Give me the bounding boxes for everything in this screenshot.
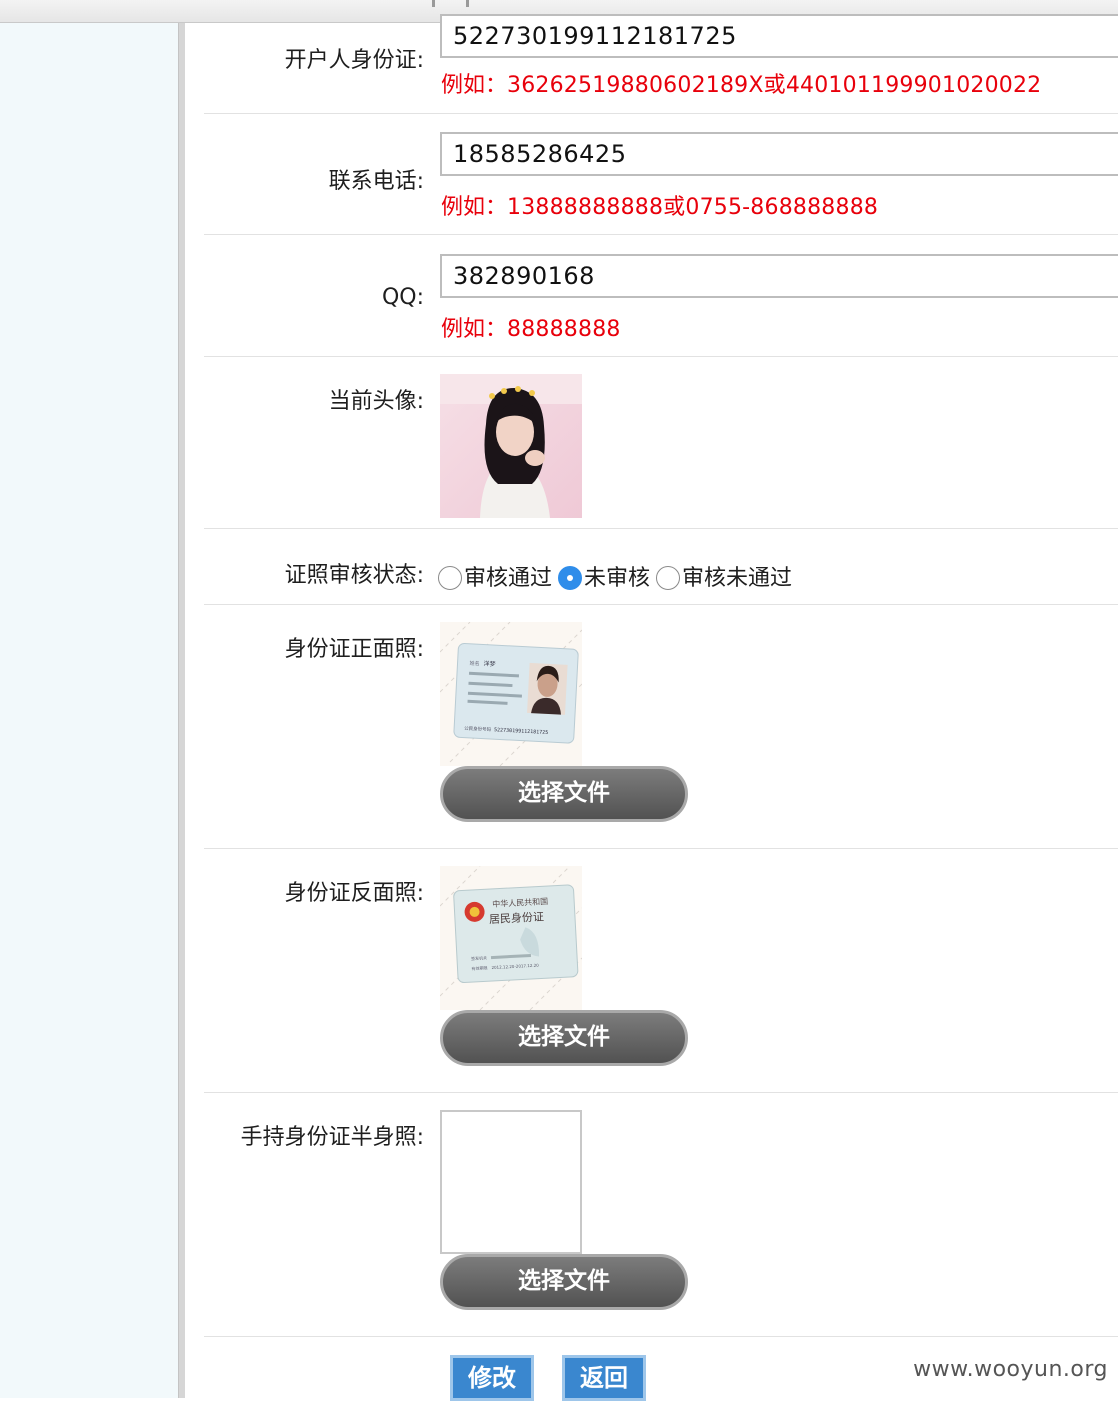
radio-approved[interactable] — [438, 566, 462, 590]
id-front-label: 身份证正面照: — [284, 637, 424, 662]
id-back-title-line2: 居民身份证 — [489, 909, 545, 926]
radio-pending-label: 未审核 — [584, 566, 651, 591]
row-divider — [204, 356, 1118, 357]
hint-prefix: 例如： — [441, 195, 508, 220]
back-button[interactable]: 返回 — [562, 1355, 646, 1401]
row-divider — [204, 1092, 1118, 1093]
row-divider — [204, 848, 1118, 849]
radio-pending[interactable] — [558, 566, 583, 590]
row-divider — [204, 604, 1118, 605]
hint-prefix: 例如： — [441, 317, 508, 342]
id-back-label: 身份证反面照: — [284, 881, 424, 906]
qq-hint: 例如：88888888 — [441, 311, 621, 343]
id-card-label: 开户人身份证: — [284, 48, 424, 73]
id-handheld-label: 手持身份证半身照: — [240, 1125, 424, 1150]
hint-example: 88888888 — [507, 317, 621, 342]
hint-prefix: 例如： — [441, 73, 508, 98]
phone-label: 联系电话: — [328, 169, 424, 194]
watermark: www.wooyun.org — [913, 1357, 1108, 1382]
id-back-choose-file-button[interactable]: 选择文件 — [440, 1010, 688, 1066]
avatar-label: 当前头像: — [328, 389, 424, 414]
left-sidebar — [0, 23, 178, 1398]
submit-button[interactable]: 修改 — [450, 1355, 534, 1401]
top-bar-mark — [466, 0, 469, 7]
phone-hint: 例如：13888888888或0755-868888888 — [441, 189, 878, 221]
qq-input[interactable]: 382890168 — [440, 254, 1118, 298]
top-bar-mark — [432, 0, 435, 7]
row-divider — [204, 1336, 1118, 1337]
sidebar-scrollbar[interactable] — [178, 23, 185, 1398]
id-back-validity-key: 有效期限 — [471, 964, 487, 971]
row-divider — [204, 528, 1118, 529]
hint-example: 36262519880602189X或440101199901020022 — [507, 73, 1042, 98]
row-divider — [204, 113, 1118, 114]
id-card-input[interactable]: 522730199112181725 — [440, 14, 1118, 58]
radio-approved-label: 审核通过 — [464, 566, 553, 591]
radio-rejected-label: 审核未通过 — [682, 566, 793, 591]
review-status-group: 审核通过 未审核 审核未通过 — [438, 560, 798, 592]
id-front-name-key: 姓名 — [469, 660, 479, 668]
id-handheld-image-placeholder — [440, 1110, 582, 1254]
radio-rejected[interactable] — [656, 566, 681, 590]
qq-label: QQ: — [381, 285, 424, 310]
id-card-hint: 例如：36262519880602189X或440101199901020022 — [441, 67, 1041, 99]
id-back-authority-key: 签发机关 — [471, 954, 487, 961]
id-front-name: 洋梦 — [483, 660, 495, 669]
hint-example: 13888888888或0755-868888888 — [507, 195, 879, 220]
id-front-choose-file-button[interactable]: 选择文件 — [440, 766, 688, 822]
phone-input[interactable]: 18585286425 — [440, 132, 1118, 176]
avatar-image — [440, 374, 582, 518]
id-handheld-choose-file-button[interactable]: 选择文件 — [440, 1254, 688, 1310]
id-back-image: 中华人民共和国 居民身份证 签发机关 有效期限 2012.12.20-2017.… — [440, 866, 582, 1010]
id-front-image: 姓名 洋梦 公民身份号码 522730199112181725 — [440, 622, 582, 766]
row-divider — [204, 234, 1118, 235]
review-status-label: 证照审核状态: — [284, 563, 424, 588]
